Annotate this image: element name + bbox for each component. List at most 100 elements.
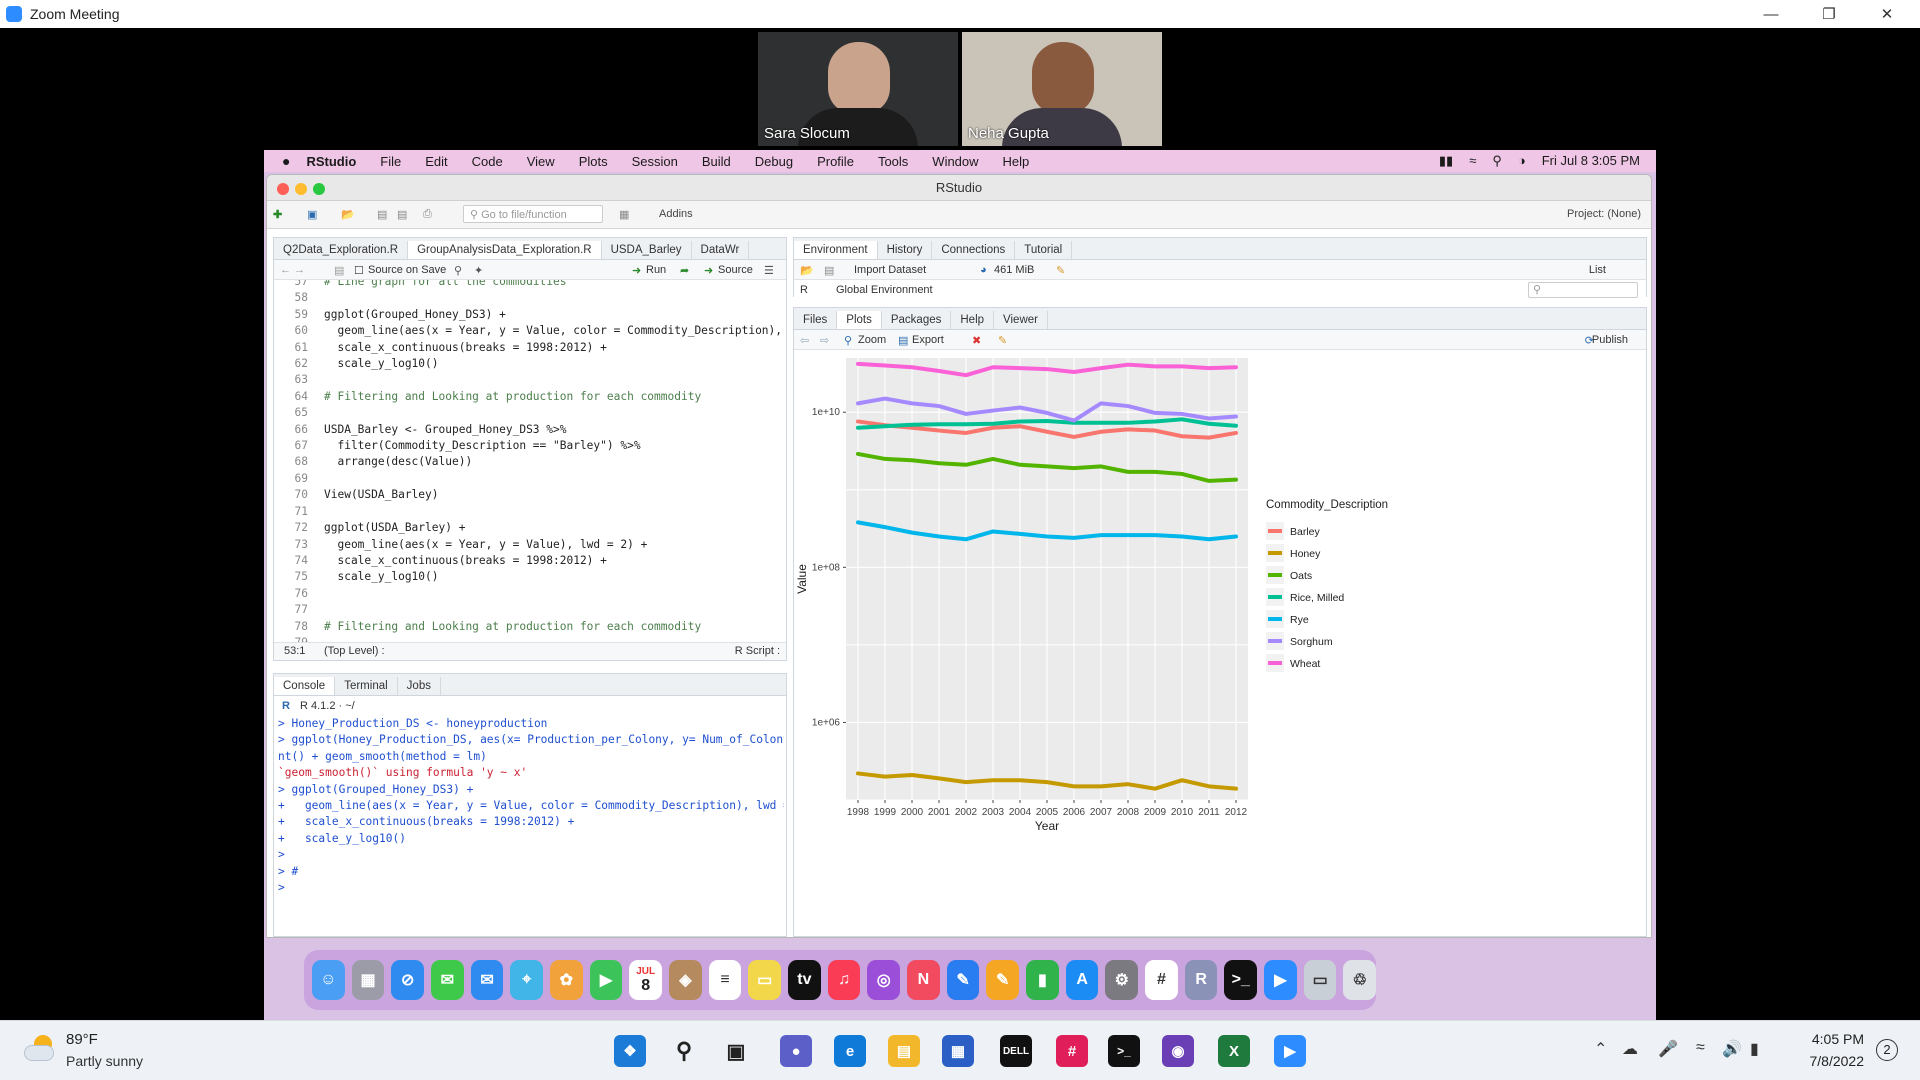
- back-arrow-icon[interactable]: ← →: [280, 264, 305, 276]
- system-preferences-icon[interactable]: ⚙: [1105, 960, 1139, 1000]
- menu-view[interactable]: View: [527, 154, 555, 169]
- export-button[interactable]: Export: [912, 334, 944, 346]
- tab-packages[interactable]: Packages: [882, 311, 952, 329]
- file-type-indicator[interactable]: R Script :: [735, 645, 780, 657]
- contacts-icon[interactable]: ◈: [669, 960, 702, 1000]
- keynote-icon[interactable]: ✎: [946, 960, 980, 1000]
- slack-icon[interactable]: #: [1145, 960, 1178, 1000]
- clear-broom-icon[interactable]: ✎: [1056, 264, 1065, 277]
- facetime-icon[interactable]: ▶: [589, 960, 623, 1000]
- close-icon[interactable]: ✕: [1864, 0, 1910, 28]
- zoom-icon[interactable]: ▶: [1264, 960, 1297, 1000]
- menu-session[interactable]: Session: [632, 154, 678, 169]
- rerun-icon[interactable]: ➦: [680, 264, 689, 277]
- taskbar-time[interactable]: 4:05 PM: [1798, 1031, 1864, 1047]
- menu-code[interactable]: Code: [472, 154, 503, 169]
- menu-profile[interactable]: Profile: [817, 154, 854, 169]
- menu-edit[interactable]: Edit: [425, 154, 447, 169]
- env-search-input[interactable]: ⚲: [1528, 282, 1638, 298]
- code-line[interactable]: 62 scale_y_log10(): [274, 356, 786, 372]
- save-doc-icon[interactable]: ▤: [334, 264, 344, 277]
- code-line[interactable]: 75 scale_y_log10(): [274, 569, 786, 585]
- edge-icon[interactable]: e: [834, 1035, 866, 1067]
- import-dataset-button[interactable]: Import Dataset: [854, 264, 926, 276]
- remove-plot-icon[interactable]: ✖: [972, 334, 981, 347]
- tab-q2data[interactable]: Q2Data_Exploration.R: [274, 241, 409, 259]
- code-line[interactable]: 60 geom_line(aes(x = Year, y = Value, co…: [274, 323, 786, 339]
- finder-icon[interactable]: ☺: [312, 960, 345, 1000]
- file-explorer-icon[interactable]: ▤: [888, 1035, 920, 1067]
- music-icon[interactable]: ♫: [827, 960, 861, 1000]
- tab-viewer[interactable]: Viewer: [994, 311, 1048, 329]
- tab-console[interactable]: Console: [274, 677, 336, 695]
- zoom-button[interactable]: Zoom: [858, 334, 886, 346]
- numbers-icon[interactable]: ▮: [1026, 960, 1059, 1000]
- code-line[interactable]: 79: [274, 635, 786, 642]
- menu-tools[interactable]: Tools: [878, 154, 908, 169]
- publish-button[interactable]: Publish: [1592, 334, 1628, 346]
- search-icon[interactable]: ⚲: [668, 1035, 700, 1067]
- minimize-window-icon[interactable]: [295, 183, 307, 195]
- global-env-select[interactable]: Global Environment: [836, 284, 933, 296]
- tab-datawr[interactable]: DataWr: [692, 241, 750, 259]
- r-icon[interactable]: R: [1184, 960, 1218, 1000]
- wand-icon[interactable]: ✦: [474, 264, 483, 277]
- menu-clock[interactable]: Fri Jul 8 3:05 PM: [1542, 153, 1640, 169]
- new-project-icon[interactable]: ▣: [307, 208, 317, 221]
- safari-icon[interactable]: ⊘: [391, 960, 425, 1000]
- minimize-icon[interactable]: —: [1748, 0, 1794, 28]
- dell-icon[interactable]: DELL: [1000, 1035, 1032, 1067]
- memory-usage[interactable]: 461 MiB: [994, 264, 1034, 276]
- code-line[interactable]: 57 # Line graph for all the commodities: [274, 280, 786, 290]
- battery-tray-icon[interactable]: ▮: [1750, 1039, 1759, 1059]
- code-line[interactable]: 67 filter(Commodity_Description == "Barl…: [274, 438, 786, 454]
- save-all-icon[interactable]: ▤: [397, 208, 407, 221]
- pages-icon[interactable]: ✎: [986, 960, 1020, 1000]
- app-store-icon[interactable]: A: [1065, 960, 1099, 1000]
- photos-icon[interactable]: ✿: [550, 960, 583, 1000]
- tab-plots[interactable]: Plots: [837, 311, 882, 329]
- python-icon[interactable]: ▭: [1303, 960, 1337, 1000]
- run-button[interactable]: Run: [646, 264, 666, 276]
- volume-icon[interactable]: 🔊: [1722, 1039, 1742, 1059]
- code-line[interactable]: 77: [274, 602, 786, 618]
- taskbar-date[interactable]: 7/8/2022: [1798, 1053, 1865, 1069]
- onedrive-icon[interactable]: ☁: [1622, 1039, 1638, 1059]
- load-workspace-icon[interactable]: 📂: [800, 264, 814, 277]
- menu-window[interactable]: Window: [932, 154, 978, 169]
- menu-debug[interactable]: Debug: [755, 154, 793, 169]
- tab-terminal[interactable]: Terminal: [335, 677, 398, 695]
- code-line[interactable]: 72 ggplot(USDA_Barley) +: [274, 520, 786, 536]
- code-line[interactable]: 64 # Filtering and Looking at production …: [274, 389, 786, 405]
- tv-icon[interactable]: tv: [788, 960, 821, 1000]
- code-line[interactable]: 59 ggplot(Grouped_Honey_DS3) +: [274, 307, 786, 323]
- prev-plot-icon[interactable]: ⇦: [800, 334, 809, 347]
- news-icon[interactable]: N: [907, 960, 940, 1000]
- open-file-icon[interactable]: 📂: [341, 208, 355, 221]
- code-line[interactable]: 66 USDA_Barley <- Grouped_Honey_DS3 %>%: [274, 422, 786, 438]
- menu-app-name[interactable]: RStudio: [306, 154, 356, 169]
- control-center-icon[interactable]: ◑: [1518, 153, 1526, 169]
- teams-chat-icon[interactable]: ●: [780, 1035, 812, 1067]
- weather-desc[interactable]: Partly sunny: [66, 1053, 143, 1069]
- language-select[interactable]: R: [800, 284, 808, 296]
- code-line[interactable]: 74 scale_x_continuous(breaks = 1998:2012…: [274, 553, 786, 569]
- spotlight-icon[interactable]: ⚲: [1492, 153, 1502, 169]
- github-taskbar-icon[interactable]: ◉: [1162, 1035, 1194, 1067]
- tab-connections[interactable]: Connections: [932, 241, 1016, 259]
- podcasts-icon[interactable]: ◎: [867, 960, 901, 1000]
- maps-icon[interactable]: ⌖: [510, 960, 544, 1000]
- battery-icon[interactable]: ▮▮: [1439, 153, 1453, 169]
- new-file-icon[interactable]: ✚: [273, 208, 282, 221]
- grid-layout-icon[interactable]: ▦: [619, 208, 629, 221]
- addins-menu[interactable]: Addins: [659, 208, 693, 220]
- mail-icon[interactable]: ✉: [470, 960, 504, 1000]
- calendar-icon[interactable]: JUL 8: [629, 960, 663, 1000]
- menu-plots[interactable]: Plots: [579, 154, 608, 169]
- trash-icon[interactable]: ♲: [1343, 960, 1377, 1000]
- zoom-taskbar-icon[interactable]: ▶: [1274, 1035, 1306, 1067]
- weather-icon[interactable]: [24, 1035, 58, 1065]
- restore-icon[interactable]: ❐: [1806, 0, 1852, 28]
- tab-jobs[interactable]: Jobs: [398, 677, 441, 695]
- code-line[interactable]: 70 View(USDA_Barley): [274, 487, 786, 503]
